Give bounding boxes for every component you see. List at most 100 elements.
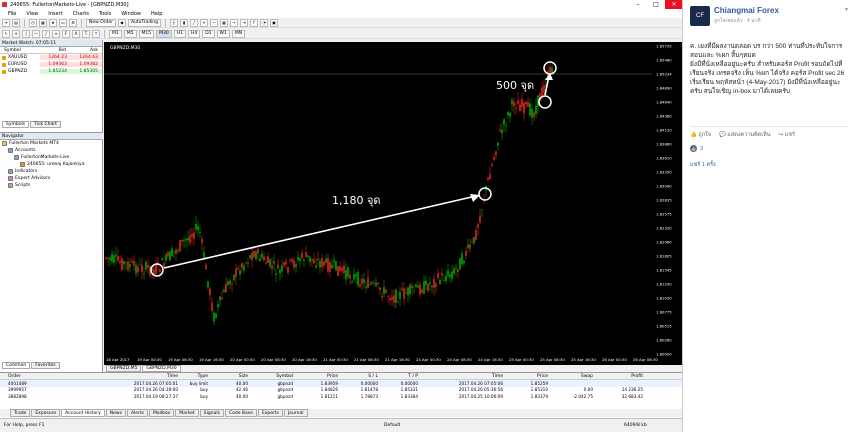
market-watch-icon[interactable]: ◷ xyxy=(29,18,37,27)
market-watch-row[interactable]: XAUUSD 1264.23 1264.63 xyxy=(0,54,102,61)
candlestick-icon[interactable]: ▮ xyxy=(180,18,189,27)
chevron-down-icon[interactable]: ▾ xyxy=(845,6,848,26)
autoscroll-icon[interactable]: → xyxy=(230,18,239,27)
zoom-in-icon[interactable]: + xyxy=(200,18,209,27)
likes-count[interactable]: 👍 3 xyxy=(690,145,848,152)
menu-help[interactable]: Help xyxy=(151,11,162,17)
autotrading-button[interactable]: AutoTrading xyxy=(128,18,162,27)
terminal-tab[interactable]: Signals xyxy=(199,409,224,417)
chart-shift-icon[interactable]: ⇥ xyxy=(240,18,249,27)
tab-favorites[interactable]: Favorites xyxy=(31,362,60,369)
close-button[interactable]: ✕ xyxy=(665,0,682,9)
tree-accounts[interactable]: Accounts xyxy=(2,147,103,154)
arrows-icon[interactable]: ⇡ xyxy=(92,29,100,38)
terminal-tab[interactable]: Alerts xyxy=(126,409,149,417)
terminal-tab[interactable]: Experts xyxy=(257,409,283,417)
terminal-tab[interactable]: Trade xyxy=(10,409,31,417)
col-size[interactable]: Size xyxy=(208,374,248,379)
col-close-price[interactable]: Price xyxy=(503,374,548,379)
table-row[interactable]: 3882898 2017.04.19 08:27:37 buy 40.00 gbpnzd… xyxy=(0,393,682,400)
market-watch-row[interactable]: EURUSD 1.09363 1.09382 xyxy=(0,61,102,68)
tf-m1[interactable]: M1 xyxy=(109,29,122,38)
menu-insert[interactable]: Insert xyxy=(48,11,62,17)
label-icon[interactable]: T xyxy=(82,29,90,38)
author-name[interactable]: Chiangmai Forex xyxy=(714,6,779,15)
tab-chart-m5[interactable]: GBPNZD,M5 xyxy=(106,365,142,372)
menu-window[interactable]: Window xyxy=(121,11,141,17)
tab-tick-chart[interactable]: Tick Chart xyxy=(30,121,61,128)
price-chart[interactable]: GBPNZD,M30 1.85735 1.85480 1.85234 1.84890 1… xyxy=(104,42,682,365)
tab-symbols[interactable]: Symbols xyxy=(2,121,30,128)
col-tp[interactable]: T / P xyxy=(378,374,418,379)
tf-mn[interactable]: MN xyxy=(231,29,246,38)
tile-icon[interactable]: ▦ xyxy=(220,18,229,27)
terminal-tab[interactable]: Exposure xyxy=(31,409,61,417)
terminal-tab[interactable]: News xyxy=(105,409,126,417)
tf-m30[interactable]: M30 xyxy=(156,29,172,38)
zoom-out-icon[interactable]: − xyxy=(210,18,219,27)
col-sl[interactable]: S / L xyxy=(338,374,378,379)
horizontal-line-icon[interactable]: — xyxy=(32,29,40,38)
col-ask[interactable]: Ask xyxy=(70,48,102,53)
share-button[interactable]: ↪ แชร์ xyxy=(779,131,795,139)
page-avatar[interactable]: CF xyxy=(690,6,710,26)
tree-account[interactable]: 240655: ureeaj Kajonkiya xyxy=(2,161,103,168)
terminal-tab[interactable]: Account History xyxy=(61,409,105,417)
tf-h4[interactable]: H4 xyxy=(187,29,201,38)
comment-button[interactable]: 💬 แสดงความคิดเห็น xyxy=(719,131,771,139)
new-order-button[interactable]: New Order xyxy=(86,18,117,27)
tab-common[interactable]: Common xyxy=(2,362,31,369)
terminal-tab[interactable]: Market xyxy=(175,409,199,417)
menu-file[interactable]: File xyxy=(8,11,16,17)
col-time[interactable]: Time xyxy=(98,374,178,379)
menu-view[interactable]: View xyxy=(26,11,38,17)
tree-scripts[interactable]: Scripts xyxy=(2,182,103,189)
tree-root[interactable]: Fullerton Markets MT4 xyxy=(2,140,103,147)
minimize-button[interactable]: – xyxy=(629,0,647,9)
vertical-line-icon[interactable]: | xyxy=(22,29,30,38)
text-icon[interactable]: A xyxy=(72,29,80,38)
terminal-tab[interactable]: Code Base xyxy=(224,409,257,417)
maximize-button[interactable]: □ xyxy=(647,0,665,9)
tf-w1[interactable]: W1 xyxy=(216,29,230,38)
col-type[interactable]: Type xyxy=(178,374,208,379)
tree-indicators[interactable]: Indicators xyxy=(2,168,103,175)
col-order[interactable]: Order xyxy=(8,374,98,379)
navigator-icon[interactable]: ★ xyxy=(49,18,57,27)
channel-icon[interactable]: ≡ xyxy=(52,29,60,38)
new-chart-icon[interactable]: + xyxy=(2,18,10,27)
templates-icon[interactable]: ▣ xyxy=(270,18,279,27)
tester-icon[interactable]: ⚙ xyxy=(69,18,77,27)
col-bid[interactable]: Bid xyxy=(38,48,70,53)
col-swap[interactable]: Swap xyxy=(548,374,593,379)
tf-m5[interactable]: M5 xyxy=(123,29,137,38)
line-chart-icon[interactable]: ╱ xyxy=(190,18,199,27)
tab-chart-m30[interactable]: GBPNZD,M30 xyxy=(142,365,181,372)
trendline-icon[interactable]: ╱ xyxy=(42,29,50,38)
cursor-icon[interactable]: ↖ xyxy=(2,29,10,38)
data-window-icon[interactable]: ▦ xyxy=(39,18,47,27)
col-price[interactable]: Price xyxy=(293,374,338,379)
table-row[interactable]: 3999957 2017.04.26 04:39:00 buy 42.46 gbpnzd… xyxy=(0,387,682,394)
tf-d1[interactable]: D1 xyxy=(202,29,215,38)
col-profit[interactable]: Profit xyxy=(593,374,643,379)
profiles-icon[interactable]: ▤ xyxy=(12,18,20,27)
periods-icon[interactable]: ◔ xyxy=(260,18,269,27)
market-watch-row[interactable]: GBPNZD 1.85234 1.85305 xyxy=(0,68,102,75)
meta-editor-icon[interactable]: ◆ xyxy=(118,18,127,27)
indicators-icon[interactable]: f xyxy=(250,18,259,27)
fibo-icon[interactable]: F xyxy=(62,29,70,38)
tree-experts[interactable]: Expert Advisors xyxy=(2,175,103,182)
crosshair-icon[interactable]: + xyxy=(12,29,20,38)
terminal-icon[interactable]: ▭ xyxy=(59,18,67,27)
menu-tools[interactable]: Tools xyxy=(99,11,111,17)
terminal-tab[interactable]: Journal xyxy=(283,409,308,417)
like-button[interactable]: 👍 ถูกใจ xyxy=(690,131,711,139)
tree-server[interactable]: FullertonMarkets-Live xyxy=(2,154,103,161)
menu-charts[interactable]: Charts xyxy=(73,11,89,17)
tf-m15[interactable]: M15 xyxy=(138,29,155,38)
col-symbol[interactable]: Symbol xyxy=(0,48,38,53)
shares-count[interactable]: แชร์ 1 ครั้ง xyxy=(690,161,848,169)
bar-chart-icon[interactable]: ┼ xyxy=(170,18,179,27)
col-close-time[interactable]: Time xyxy=(418,374,503,379)
